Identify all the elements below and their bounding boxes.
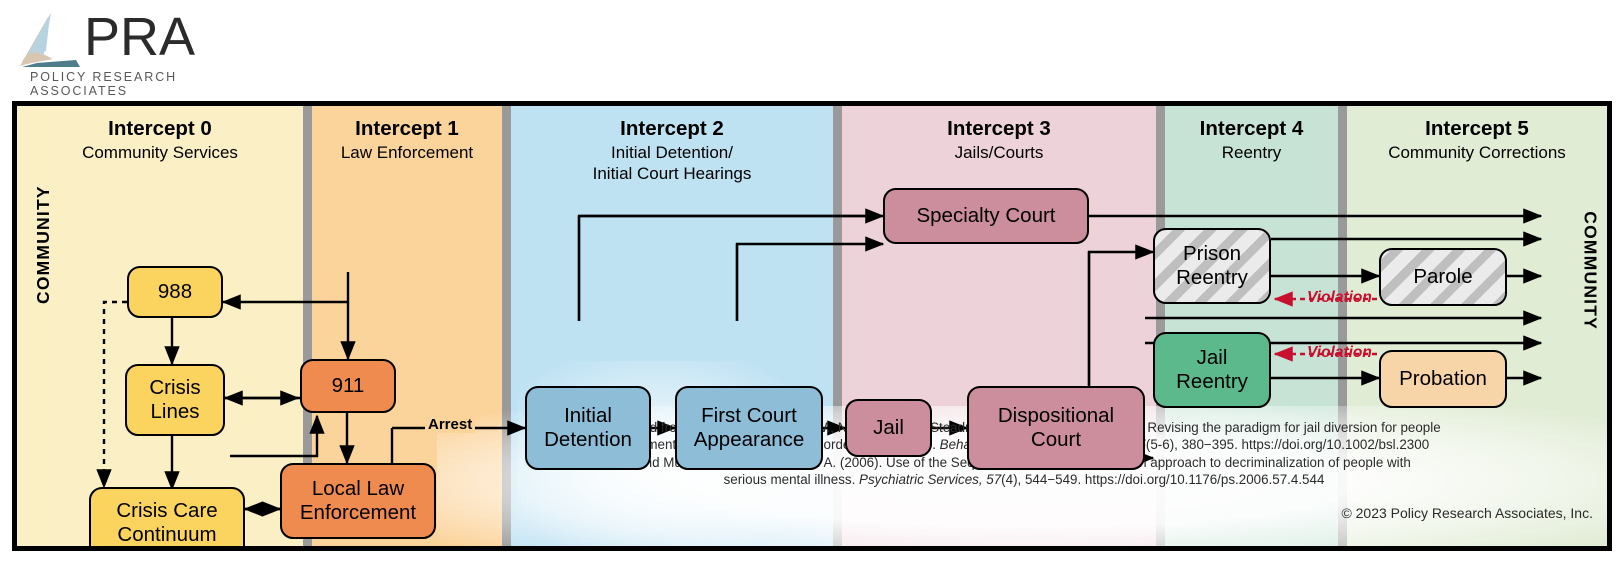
sequential-intercept-model-diagram: PRA POLICY RESEARCH ASSOCIATES Intercept… — [0, 0, 1624, 562]
node-jail[interactable]: Jail — [845, 399, 932, 457]
pra-wordmark: PRA — [84, 7, 196, 67]
column-3-header: Intercept 3 Jails/Courts — [947, 117, 1051, 162]
column-intercept-0: Intercept 0 Community Services — [17, 106, 303, 546]
node-988[interactable]: 988 — [127, 266, 223, 318]
node-jail-reentry[interactable]: Jail Reentry — [1153, 332, 1271, 408]
column-0-header: Intercept 0 Community Services — [82, 117, 238, 162]
node-first-court-appearance[interactable]: First Court Appearance — [675, 386, 823, 470]
column-4-header: Intercept 4 Reentry — [1199, 117, 1304, 162]
node-probation[interactable]: Probation — [1379, 350, 1507, 408]
node-initial-detention[interactable]: Initial Detention — [525, 386, 651, 470]
node-crisis-care-continuum[interactable]: Crisis Care Continuum — [89, 487, 245, 546]
pra-logo: PRA POLICY RESEARCH ASSOCIATES — [14, 7, 274, 98]
node-prison-reentry[interactable]: Prison Reentry — [1153, 228, 1271, 304]
pra-logo-triangle-icon — [20, 13, 80, 67]
node-specialty-court[interactable]: Specialty Court — [883, 188, 1089, 244]
left-community-label: COMMUNITY — [33, 185, 53, 304]
column-2-header: Intercept 2 Initial Detention/ Initial C… — [592, 117, 752, 183]
violation-parole-label: Violation — [1307, 289, 1372, 306]
node-crisis-lines[interactable]: Crisis Lines — [125, 364, 225, 436]
node-911[interactable]: 911 — [300, 359, 396, 413]
column-5-header: Intercept 5 Community Corrections — [1388, 117, 1566, 162]
violation-probation-label: Violation — [1307, 344, 1372, 361]
node-dispositional-court[interactable]: Dispositional Court — [967, 386, 1145, 470]
node-local-law-enforcement[interactable]: Local Law Enforcement — [280, 463, 436, 539]
pra-tagline: POLICY RESEARCH ASSOCIATES — [30, 70, 178, 98]
diagram-frame: Intercept 0 Community Services Intercept… — [12, 101, 1612, 551]
copyright-notice: © 2023 Policy Research Associates, Inc. — [1341, 505, 1593, 521]
node-parole[interactable]: Parole — [1379, 248, 1507, 306]
column-1-header: Intercept 1 Law Enforcement — [340, 117, 474, 162]
right-community-label: COMMUNITY — [1581, 211, 1601, 330]
citation-line-4: serious mental illness. Psychiatric Serv… — [723, 472, 1325, 488]
